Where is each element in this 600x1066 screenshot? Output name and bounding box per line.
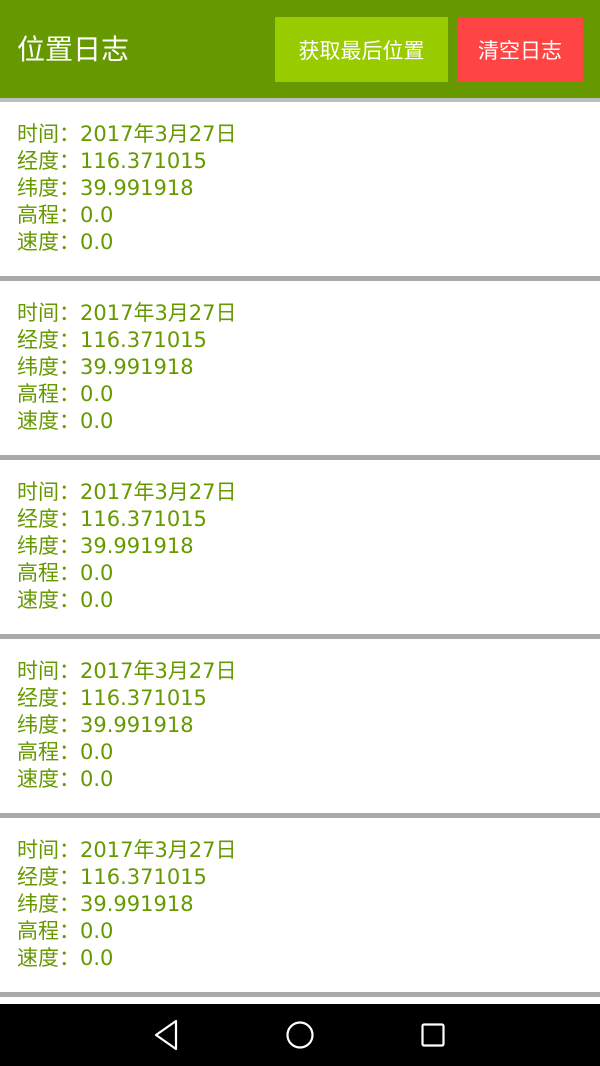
log-speed: 速度：0.0 xyxy=(17,588,114,612)
log-latitude: 纬度：39.991918 xyxy=(17,713,194,737)
list-item[interactable]: 时间：2017年3月27日 经度：116.371015 纬度：39.991918… xyxy=(0,460,600,639)
app-screen: 位置日志 获取最后位置 清空日志 时间：2017年3月27日 经度：116.37… xyxy=(0,0,600,1066)
page-title: 位置日志 xyxy=(17,33,130,66)
log-speed: 速度：0.0 xyxy=(17,767,114,791)
log-longitude: 经度：116.371015 xyxy=(17,686,207,710)
log-latitude: 纬度：39.991918 xyxy=(17,892,194,916)
log-altitude: 高程：0.0 xyxy=(17,919,114,943)
log-latitude: 纬度：39.991918 xyxy=(17,355,194,379)
list-item[interactable]: 时间：2017年3月27日 经度：116.371015 纬度：39.991918… xyxy=(0,639,600,818)
log-speed: 速度：0.0 xyxy=(17,946,114,970)
log-speed: 速度：0.0 xyxy=(17,409,114,433)
log-longitude: 经度：116.371015 xyxy=(17,328,207,352)
list-item[interactable]: 时间：2017年3月27日 经度：116.371015 纬度：39.991918… xyxy=(0,818,600,997)
log-time: 时间：2017年3月27日 xyxy=(17,301,237,325)
recents-square-icon[interactable] xyxy=(414,1016,452,1054)
log-speed: 速度：0.0 xyxy=(17,230,114,254)
location-log-list[interactable]: 时间：2017年3月27日 经度：116.371015 纬度：39.991918… xyxy=(0,102,600,1004)
home-circle-icon[interactable] xyxy=(281,1016,319,1054)
get-last-location-button[interactable]: 获取最后位置 xyxy=(275,17,448,82)
log-time: 时间：2017年3月27日 xyxy=(17,838,237,862)
log-altitude: 高程：0.0 xyxy=(17,740,114,764)
log-altitude: 高程：0.0 xyxy=(17,203,114,227)
log-longitude: 经度：116.371015 xyxy=(17,507,207,531)
log-longitude: 经度：116.371015 xyxy=(17,149,207,173)
back-triangle-icon[interactable] xyxy=(148,1016,186,1054)
log-altitude: 高程：0.0 xyxy=(17,561,114,585)
log-longitude: 经度：116.371015 xyxy=(17,865,207,889)
clear-log-button[interactable]: 清空日志 xyxy=(457,17,583,82)
app-bar: 位置日志 获取最后位置 清空日志 xyxy=(0,0,600,98)
log-time: 时间：2017年3月27日 xyxy=(17,480,237,504)
log-altitude: 高程：0.0 xyxy=(17,382,114,406)
log-time: 时间：2017年3月27日 xyxy=(17,122,237,146)
log-time: 时间：2017年3月27日 xyxy=(17,659,237,683)
list-item[interactable]: 时间：2017年3月27日 经度：116.371015 纬度：39.991918… xyxy=(0,102,600,281)
system-navigation-bar xyxy=(0,1004,600,1066)
list-item[interactable]: 时间：2017年3月27日 经度：116.371015 纬度：39.991918… xyxy=(0,281,600,460)
log-latitude: 纬度：39.991918 xyxy=(17,534,194,558)
log-latitude: 纬度：39.991918 xyxy=(17,176,194,200)
